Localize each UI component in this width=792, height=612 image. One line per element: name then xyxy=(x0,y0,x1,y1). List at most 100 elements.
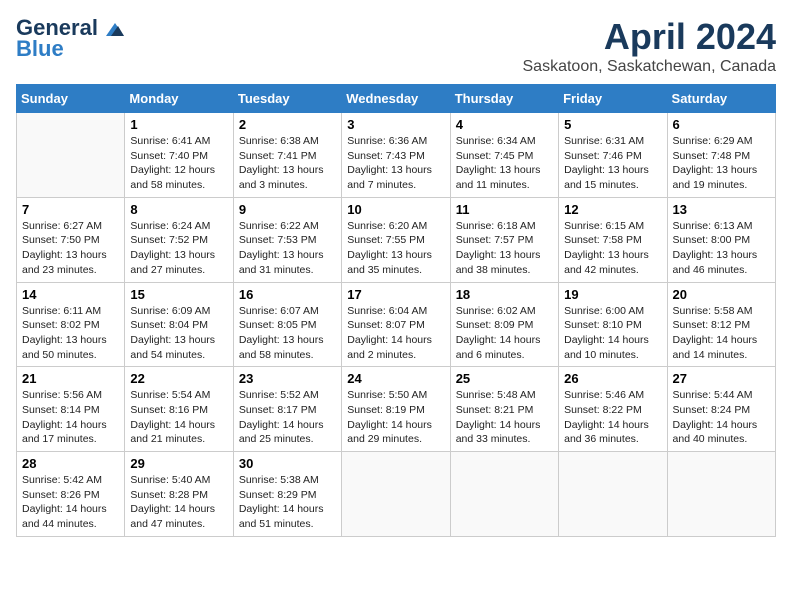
day-info: Sunrise: 6:31 AM Sunset: 7:46 PM Dayligh… xyxy=(564,134,661,193)
day-info: Sunrise: 5:50 AM Sunset: 8:19 PM Dayligh… xyxy=(347,388,444,447)
month-title: April 2024 xyxy=(523,16,777,58)
calendar-cell: 7 Sunrise: 6:27 AM Sunset: 7:50 PM Daylig… xyxy=(17,197,125,282)
day-info: Sunrise: 5:40 AM Sunset: 8:28 PM Dayligh… xyxy=(130,473,227,532)
day-number: 9 xyxy=(239,202,336,217)
calendar-cell: 1 Sunrise: 6:41 AM Sunset: 7:40 PM Daylig… xyxy=(125,113,233,198)
day-info: Sunrise: 6:00 AM Sunset: 8:10 PM Dayligh… xyxy=(564,304,661,363)
day-number: 26 xyxy=(564,371,661,386)
calendar-cell: 12 Sunrise: 6:15 AM Sunset: 7:58 PM Dayli… xyxy=(559,197,667,282)
day-number: 23 xyxy=(239,371,336,386)
day-info: Sunrise: 6:36 AM Sunset: 7:43 PM Dayligh… xyxy=(347,134,444,193)
day-number: 18 xyxy=(456,287,553,302)
calendar-cell: 2 Sunrise: 6:38 AM Sunset: 7:41 PM Daylig… xyxy=(233,113,341,198)
calendar-cell: 23 Sunrise: 5:52 AM Sunset: 8:17 PM Dayli… xyxy=(233,367,341,452)
page-header: General Blue April 2024 Saskatoon, Saska… xyxy=(16,16,776,76)
day-info: Sunrise: 5:44 AM Sunset: 8:24 PM Dayligh… xyxy=(673,388,770,447)
day-info: Sunrise: 6:27 AM Sunset: 7:50 PM Dayligh… xyxy=(22,219,119,278)
calendar-cell: 29Sunrise: 5:40 AM Sunset: 8:28 PM Dayli… xyxy=(125,452,233,537)
day-number: 12 xyxy=(564,202,661,217)
calendar-cell: 28 Sunrise: 5:42 AM Sunset: 8:26 PM Dayli… xyxy=(17,452,125,537)
logo: General Blue xyxy=(16,16,124,62)
calendar-cell: 16 Sunrise: 6:07 AM Sunset: 8:05 PM Dayli… xyxy=(233,282,341,367)
day-info: Sunrise: 5:46 AM Sunset: 8:22 PM Dayligh… xyxy=(564,388,661,447)
day-info: Sunrise: 5:58 AM Sunset: 8:12 PM Dayligh… xyxy=(673,304,770,363)
day-number: 21 xyxy=(22,371,119,386)
day-number: 10 xyxy=(347,202,444,217)
day-number: 16 xyxy=(239,287,336,302)
day-number: 13 xyxy=(673,202,770,217)
day-info: Sunrise: 5:56 AM Sunset: 8:14 PM Dayligh… xyxy=(22,388,119,447)
day-number: 1 xyxy=(130,117,227,132)
calendar-cell xyxy=(450,452,558,537)
weekday-header-sunday: Sunday xyxy=(17,85,125,113)
day-number: 5 xyxy=(564,117,661,132)
day-number: 19 xyxy=(564,287,661,302)
calendar-week-5: 28 Sunrise: 5:42 AM Sunset: 8:26 PM Dayli… xyxy=(17,452,776,537)
calendar-cell: 26 Sunrise: 5:46 AM Sunset: 8:22 PM Dayli… xyxy=(559,367,667,452)
day-number: 27 xyxy=(673,371,770,386)
calendar-cell: 13Sunrise: 6:13 AM Sunset: 8:00 PM Dayli… xyxy=(667,197,775,282)
calendar-table: SundayMondayTuesdayWednesdayThursdayFrid… xyxy=(16,84,776,537)
calendar-cell: 30 Sunrise: 5:38 AM Sunset: 8:29 PM Dayli… xyxy=(233,452,341,537)
day-number: 4 xyxy=(456,117,553,132)
day-info: Sunrise: 5:42 AM Sunset: 8:26 PM Dayligh… xyxy=(22,473,119,532)
logo-icon xyxy=(106,23,124,36)
calendar-cell: 11 Sunrise: 6:18 AM Sunset: 7:57 PM Dayli… xyxy=(450,197,558,282)
day-number: 22 xyxy=(130,371,227,386)
day-info: Sunrise: 6:15 AM Sunset: 7:58 PM Dayligh… xyxy=(564,219,661,278)
day-number: 7 xyxy=(22,202,119,217)
day-number: 2 xyxy=(239,117,336,132)
day-info: Sunrise: 5:38 AM Sunset: 8:29 PM Dayligh… xyxy=(239,473,336,532)
calendar-cell xyxy=(559,452,667,537)
calendar-cell: 3Sunrise: 6:36 AM Sunset: 7:43 PM Daylig… xyxy=(342,113,450,198)
day-info: Sunrise: 6:11 AM Sunset: 8:02 PM Dayligh… xyxy=(22,304,119,363)
calendar-cell xyxy=(667,452,775,537)
calendar-week-1: 1 Sunrise: 6:41 AM Sunset: 7:40 PM Daylig… xyxy=(17,113,776,198)
day-info: Sunrise: 5:54 AM Sunset: 8:16 PM Dayligh… xyxy=(130,388,227,447)
calendar-cell: 8Sunrise: 6:24 AM Sunset: 7:52 PM Daylig… xyxy=(125,197,233,282)
day-info: Sunrise: 6:38 AM Sunset: 7:41 PM Dayligh… xyxy=(239,134,336,193)
weekday-header-wednesday: Wednesday xyxy=(342,85,450,113)
day-info: Sunrise: 6:41 AM Sunset: 7:40 PM Dayligh… xyxy=(130,134,227,193)
day-number: 14 xyxy=(22,287,119,302)
calendar-cell: 9Sunrise: 6:22 AM Sunset: 7:53 PM Daylig… xyxy=(233,197,341,282)
weekday-header-thursday: Thursday xyxy=(450,85,558,113)
day-number: 17 xyxy=(347,287,444,302)
calendar-cell: 14 Sunrise: 6:11 AM Sunset: 8:02 PM Dayli… xyxy=(17,282,125,367)
title-area: April 2024 Saskatoon, Saskatchewan, Cana… xyxy=(523,16,777,76)
calendar-cell: 24 Sunrise: 5:50 AM Sunset: 8:19 PM Dayli… xyxy=(342,367,450,452)
day-number: 24 xyxy=(347,371,444,386)
calendar-cell: 18 Sunrise: 6:02 AM Sunset: 8:09 PM Dayli… xyxy=(450,282,558,367)
day-info: Sunrise: 6:34 AM Sunset: 7:45 PM Dayligh… xyxy=(456,134,553,193)
weekday-header-row: SundayMondayTuesdayWednesdayThursdayFrid… xyxy=(17,85,776,113)
day-info: Sunrise: 6:02 AM Sunset: 8:09 PM Dayligh… xyxy=(456,304,553,363)
calendar-cell: 6Sunrise: 6:29 AM Sunset: 7:48 PM Daylig… xyxy=(667,113,775,198)
day-number: 20 xyxy=(673,287,770,302)
calendar-cell: 17 Sunrise: 6:04 AM Sunset: 8:07 PM Dayli… xyxy=(342,282,450,367)
weekday-header-monday: Monday xyxy=(125,85,233,113)
day-info: Sunrise: 5:52 AM Sunset: 8:17 PM Dayligh… xyxy=(239,388,336,447)
day-number: 8 xyxy=(130,202,227,217)
weekday-header-friday: Friday xyxy=(559,85,667,113)
calendar-week-4: 21 Sunrise: 5:56 AM Sunset: 8:14 PM Dayli… xyxy=(17,367,776,452)
calendar-cell: 10 Sunrise: 6:20 AM Sunset: 7:55 PM Dayli… xyxy=(342,197,450,282)
calendar-week-3: 14 Sunrise: 6:11 AM Sunset: 8:02 PM Dayli… xyxy=(17,282,776,367)
day-number: 11 xyxy=(456,202,553,217)
calendar-cell: 5 Sunrise: 6:31 AM Sunset: 7:46 PM Daylig… xyxy=(559,113,667,198)
day-info: Sunrise: 6:07 AM Sunset: 8:05 PM Dayligh… xyxy=(239,304,336,363)
day-number: 28 xyxy=(22,456,119,471)
day-info: Sunrise: 6:20 AM Sunset: 7:55 PM Dayligh… xyxy=(347,219,444,278)
weekday-header-tuesday: Tuesday xyxy=(233,85,341,113)
day-number: 25 xyxy=(456,371,553,386)
calendar-cell: 19 Sunrise: 6:00 AM Sunset: 8:10 PM Dayli… xyxy=(559,282,667,367)
day-number: 30 xyxy=(239,456,336,471)
day-info: Sunrise: 6:18 AM Sunset: 7:57 PM Dayligh… xyxy=(456,219,553,278)
weekday-header-saturday: Saturday xyxy=(667,85,775,113)
calendar-cell: 20 Sunrise: 5:58 AM Sunset: 8:12 PM Dayli… xyxy=(667,282,775,367)
day-info: Sunrise: 6:04 AM Sunset: 8:07 PM Dayligh… xyxy=(347,304,444,363)
day-info: Sunrise: 6:09 AM Sunset: 8:04 PM Dayligh… xyxy=(130,304,227,363)
day-info: Sunrise: 5:48 AM Sunset: 8:21 PM Dayligh… xyxy=(456,388,553,447)
day-number: 15 xyxy=(130,287,227,302)
calendar-cell xyxy=(342,452,450,537)
calendar-cell: 21 Sunrise: 5:56 AM Sunset: 8:14 PM Dayli… xyxy=(17,367,125,452)
